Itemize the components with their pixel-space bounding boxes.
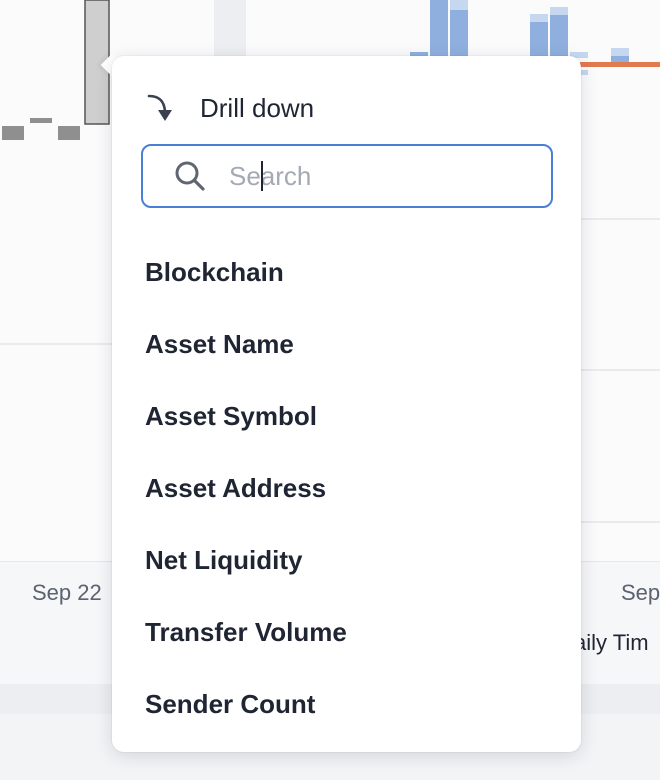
chart-bar <box>58 126 80 140</box>
option-asset-name[interactable]: Asset Name <box>112 308 581 380</box>
x-axis-tick: Sep 22 <box>32 580 102 605</box>
option-blockchain[interactable]: Blockchain <box>112 236 581 308</box>
option-sender-count[interactable]: Sender Count <box>112 668 581 740</box>
chart-subtitle: aily Tim <box>574 630 649 655</box>
search-icon <box>173 159 207 193</box>
chart-bar <box>530 22 548 56</box>
drill-down-popover: Drill down Blockchain Asset Name Asset S… <box>112 56 581 752</box>
chart-bar <box>550 15 568 56</box>
chart-bar <box>430 0 448 56</box>
search-field[interactable] <box>141 144 553 208</box>
chart-bar <box>30 118 52 123</box>
option-asset-symbol[interactable]: Asset Symbol <box>112 380 581 452</box>
chart-bar <box>450 10 468 56</box>
chart-bar <box>611 48 629 56</box>
drill-down-title: Drill down <box>200 92 315 123</box>
drill-down-arrow-icon <box>146 91 176 125</box>
chart-bar <box>530 14 548 22</box>
option-asset-address[interactable]: Asset Address <box>112 452 581 524</box>
drill-down-header: Drill down <box>146 90 314 126</box>
chart-bar <box>450 0 468 10</box>
option-transfer-volume[interactable]: Transfer Volume <box>112 596 581 668</box>
search-input[interactable] <box>229 156 529 196</box>
chart-bar <box>550 7 568 15</box>
chart-bar <box>580 62 660 67</box>
text-caret <box>261 161 263 191</box>
chart-bar <box>611 56 629 62</box>
option-net-liquidity[interactable]: Net Liquidity <box>112 524 581 596</box>
chart-bar <box>2 126 24 140</box>
highlight-band <box>214 0 246 56</box>
x-axis-tick: Sep <box>621 580 660 605</box>
drill-down-options-list: Blockchain Asset Name Asset Symbol Asset… <box>112 236 581 740</box>
